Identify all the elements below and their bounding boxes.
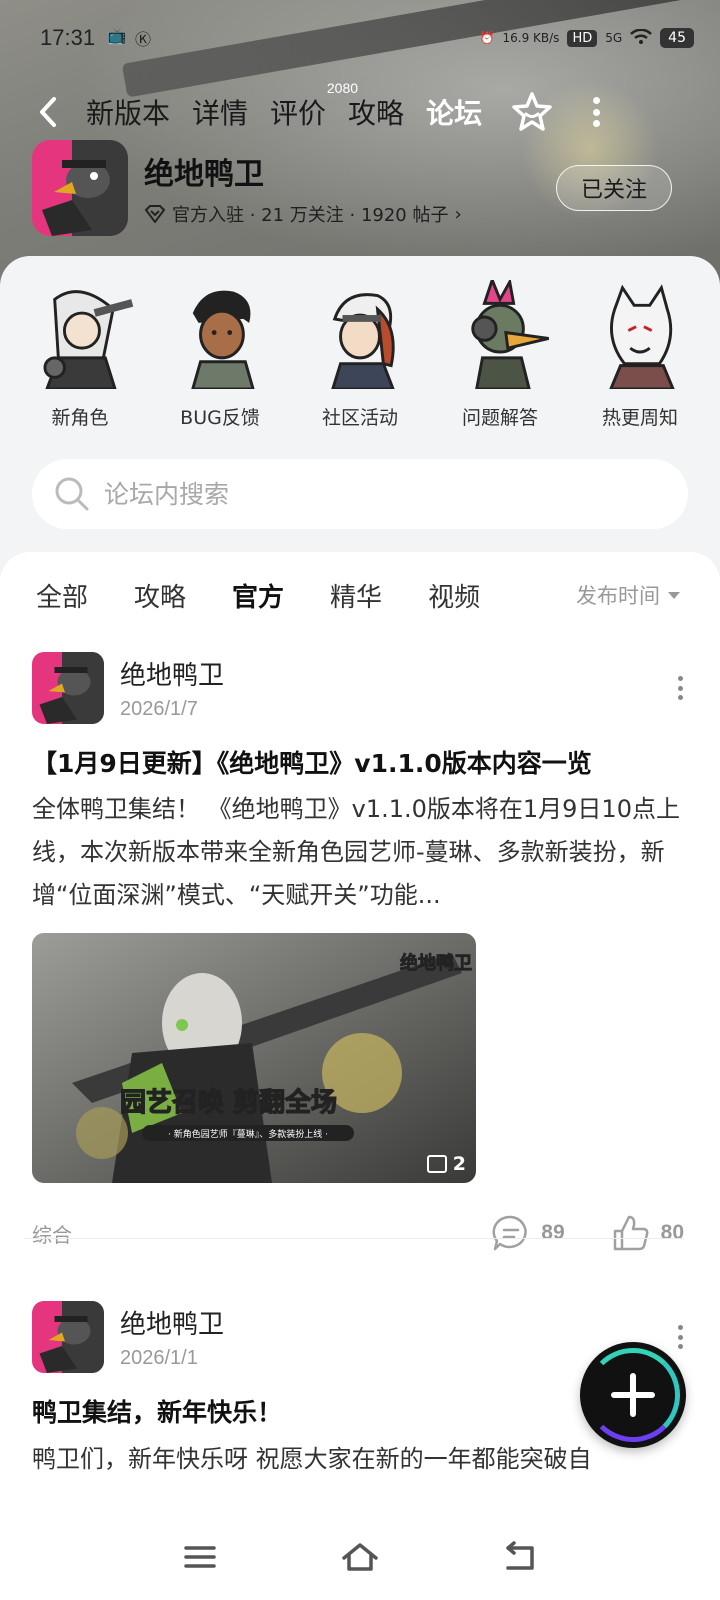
k-icon: Ⓚ <box>134 30 151 49</box>
more-icon[interactable] <box>592 97 600 127</box>
author-avatar[interactable] <box>32 1301 104 1373</box>
search-input[interactable] <box>104 479 584 509</box>
post-footer: 综合 89 80 <box>32 1213 684 1253</box>
hd-badge: HD <box>567 29 598 47</box>
sort-label: 发布时间 <box>576 584 660 608</box>
author-name[interactable]: 绝地鸭卫 <box>120 1304 224 1341</box>
image-headline: 园艺召唤 剪翻全场 <box>120 1087 337 1118</box>
home-icon[interactable] <box>340 1540 380 1574</box>
game-title: 绝地鸭卫 <box>144 157 264 192</box>
tab-reviews-label: 评价 <box>270 97 327 130</box>
forum-search[interactable] <box>32 459 688 529</box>
net-speed: 16.9 KB/s <box>502 31 560 45</box>
image-count-value: 2 <box>452 1153 466 1175</box>
author-avatar[interactable] <box>32 652 104 724</box>
comment-count: 89 <box>541 1221 565 1244</box>
create-post-button[interactable] <box>580 1342 686 1448</box>
status-notification-icons: 📺 Ⓚ <box>107 26 151 50</box>
image-logo-text: 绝地鸭卫 <box>400 952 472 974</box>
new-character-avatar <box>43 290 134 389</box>
quick-link-label: 社区活动 <box>321 407 398 429</box>
quick-link-community-events[interactable]: 社区活动 <box>304 280 416 430</box>
wifi-icon <box>630 28 653 48</box>
filter-videos[interactable]: 视频 <box>428 577 480 614</box>
post-title[interactable]: 【1月9日更新】《绝地鸭卫》v1.1.0版本内容一览 <box>32 744 684 780</box>
filter-tabs: 全部 攻略 官方 精华 视频 发布时间 <box>36 572 680 620</box>
bug-report-avatar <box>191 290 255 389</box>
game-stats-text: 官方入驻 · 21 万关注 · 1920 帖子 <box>172 205 449 226</box>
like-button[interactable]: 80 <box>611 1213 684 1253</box>
post-category-tag[interactable]: 综合 <box>32 1219 72 1248</box>
status-bar: 17:31 📺 Ⓚ ⏰ 16.9 KB/s HD 5G 45 <box>40 22 694 54</box>
quick-link-label: BUG反馈 <box>180 407 260 429</box>
hotfix-notice-avatar <box>609 284 675 389</box>
post-date: 2026/1/1 <box>120 1347 198 1369</box>
battery-level: 45 <box>660 28 694 48</box>
status-time: 17:31 <box>40 25 96 50</box>
image-caption: · 新角色园艺师『蔓琳』、多款装扮上线 · <box>168 1128 328 1140</box>
filter-all[interactable]: 全部 <box>36 577 88 614</box>
star-icon[interactable] <box>510 90 554 134</box>
game-stats[interactable]: 官方入驻 · 21 万关注 · 1920 帖子 › <box>144 201 462 227</box>
follow-button[interactable]: 已关注 <box>556 165 672 211</box>
search-icon <box>55 477 89 511</box>
like-count: 80 <box>660 1221 684 1244</box>
post-header: 绝地鸭卫 2026/1/1 <box>32 1301 684 1373</box>
signal-label: 5G <box>605 31 623 45</box>
system-navigation-bar <box>0 1514 720 1600</box>
post-excerpt[interactable]: 鸭卫们，新年快乐呀 祝愿大家在新的一年都能突破自 <box>32 1439 684 1479</box>
caret-down-icon <box>668 591 680 599</box>
status-right: ⏰ 16.9 KB/s HD 5G 45 <box>480 28 694 48</box>
game-header: 绝地鸭卫 官方入驻 · 21 万关注 · 1920 帖子 › 已关注 <box>32 140 672 236</box>
game-logo[interactable] <box>32 140 128 236</box>
post-more-icon[interactable] <box>676 1325 684 1349</box>
filter-featured[interactable]: 精华 <box>330 577 382 614</box>
menu-icon[interactable] <box>180 1540 220 1574</box>
filter-guides[interactable]: 攻略 <box>134 577 186 614</box>
game-meta: 绝地鸭卫 官方入驻 · 21 万关注 · 1920 帖子 › <box>144 149 462 227</box>
comment-icon <box>492 1215 528 1251</box>
chevron-right-icon: › <box>454 203 462 225</box>
author-info: 绝地鸭卫 2026/1/1 <box>120 1304 224 1370</box>
qa-avatar <box>471 280 549 389</box>
filter-official[interactable]: 官方 <box>232 577 284 620</box>
author-info: 绝地鸭卫 2026/1/7 <box>120 655 224 721</box>
quick-link-qa[interactable]: 问题解答 <box>444 280 556 430</box>
post-divider <box>24 1238 684 1239</box>
back-icon[interactable] <box>36 92 64 132</box>
community-events-avatar <box>331 293 395 389</box>
alarm-icon: ⏰ <box>479 31 495 45</box>
gallery-icon <box>426 1155 447 1173</box>
quick-link-label: 问题解答 <box>461 407 538 429</box>
quick-links: 新角色 BUG反馈 社区活动 问题解答 热更周知 <box>24 280 696 430</box>
post-image[interactable]: 园艺召唤 剪翻全场 · 新角色园艺师『蔓琳』、多款装扮上线 · 绝地鸭卫 2 <box>32 933 476 1183</box>
back-nav-icon[interactable] <box>500 1540 540 1574</box>
quick-link-bug-report[interactable]: BUG反馈 <box>164 280 276 430</box>
tab-reviews[interactable]: 评价 2080 <box>270 80 358 132</box>
tab-guides[interactable]: 攻略 <box>348 92 404 132</box>
post-card[interactable]: 绝地鸭卫 2026/1/7 【1月9日更新】《绝地鸭卫》v1.1.0版本内容一览… <box>32 652 684 1253</box>
quick-link-label: 新角色 <box>51 407 109 429</box>
tab-forum-label: 论坛 <box>426 97 483 130</box>
tab-details[interactable]: 详情 <box>192 92 248 132</box>
post-excerpt[interactable]: 全体鸭卫集结！ 《绝地鸭卫》v1.1.0版本将在1月9日10点上线，本次新版本带… <box>32 788 684 917</box>
tv-icon: 📺 <box>107 26 127 45</box>
image-count: 2 <box>426 1153 466 1175</box>
tab-new-version[interactable]: 新版本 <box>86 92 170 132</box>
quick-link-hotfix-notice[interactable]: 热更周知 <box>584 280 696 430</box>
verified-icon <box>144 205 166 223</box>
comment-button[interactable]: 89 <box>491 1213 565 1253</box>
sort-dropdown[interactable]: 发布时间 <box>576 580 680 610</box>
post-date: 2026/1/7 <box>120 698 198 720</box>
author-name[interactable]: 绝地鸭卫 <box>120 655 224 692</box>
top-navigation: 新版本 详情 评价 2080 攻略 论坛 <box>36 80 680 140</box>
quick-link-new-character[interactable]: 新角色 <box>24 280 136 430</box>
tab-forum[interactable]: 论坛 <box>424 92 485 132</box>
post-more-icon[interactable] <box>676 676 684 700</box>
plus-icon <box>611 1373 655 1417</box>
post-header: 绝地鸭卫 2026/1/7 <box>32 652 684 724</box>
quick-link-label: 热更周知 <box>601 407 678 429</box>
like-icon <box>613 1215 649 1251</box>
